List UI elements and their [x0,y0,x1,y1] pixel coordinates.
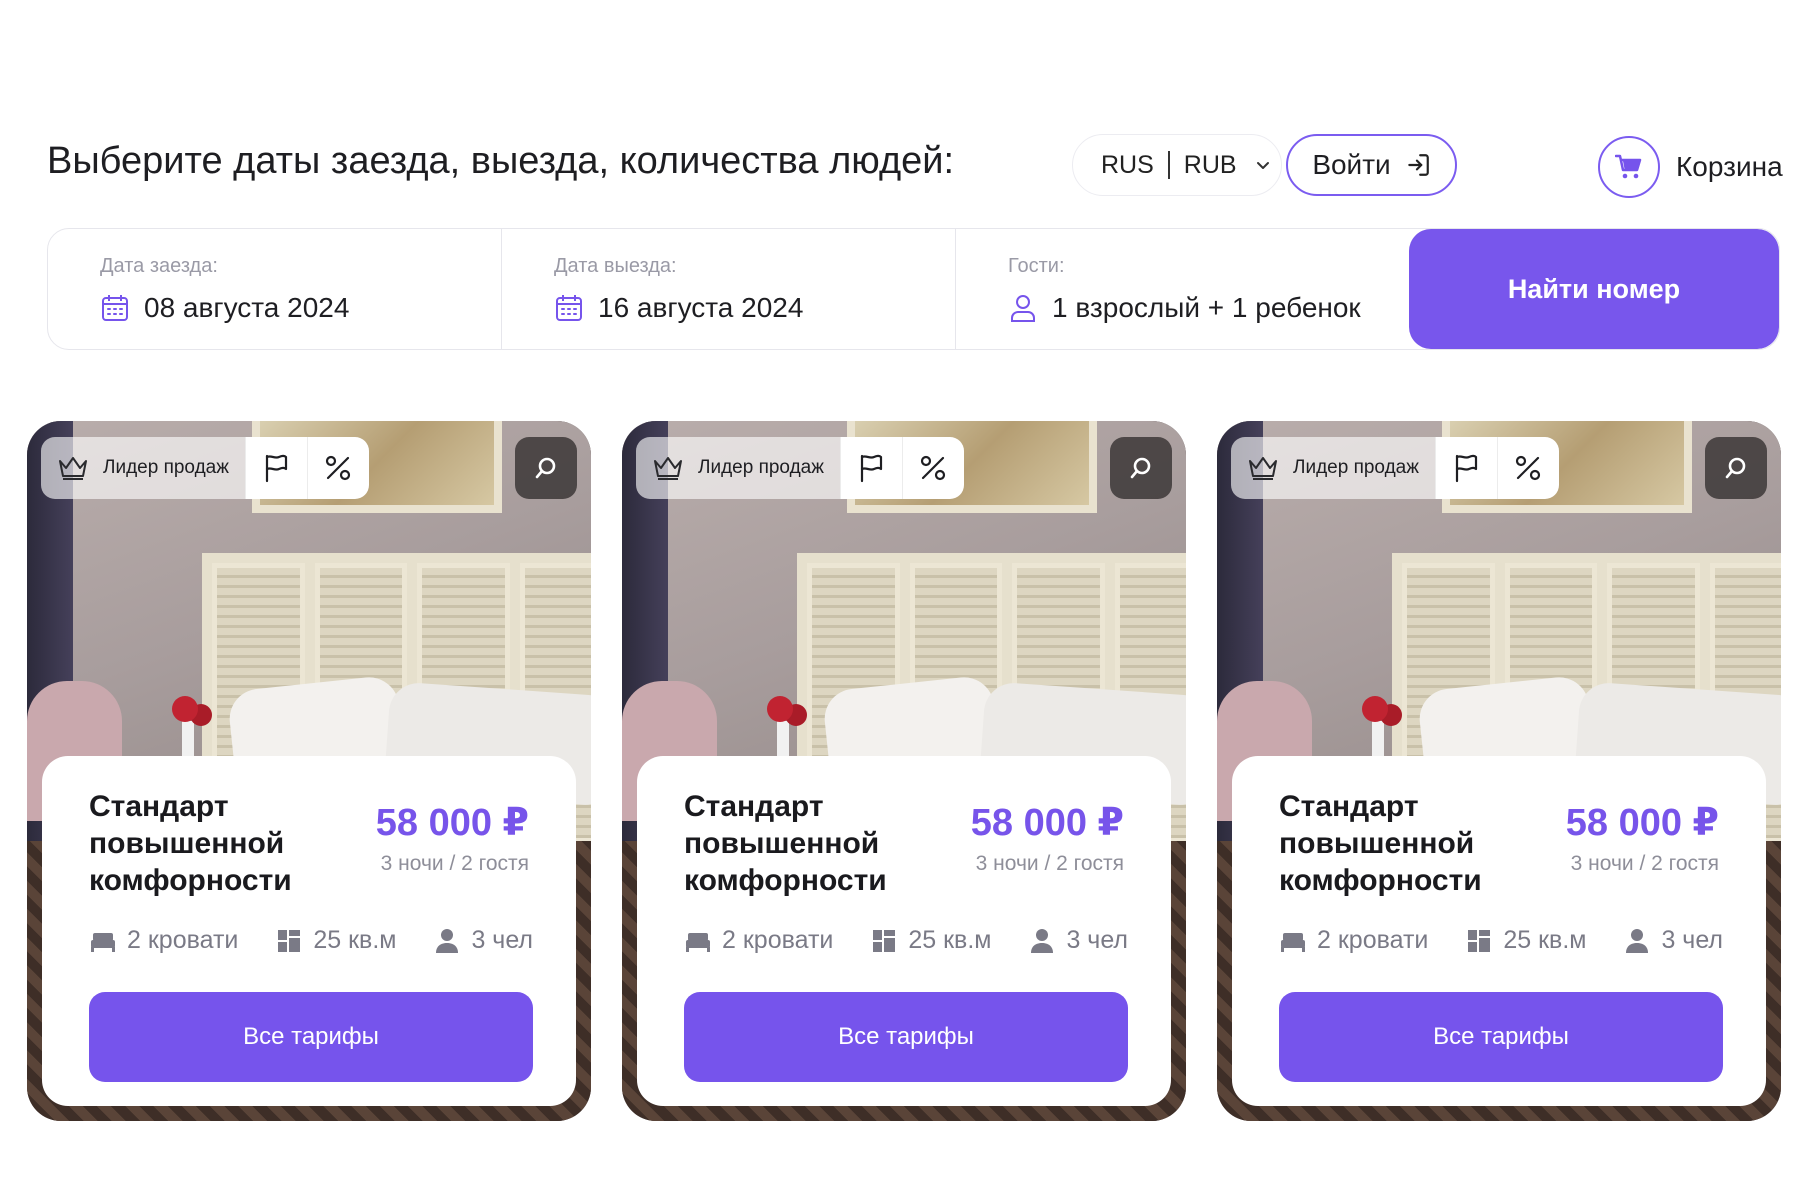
stay-details: 3 ночи / 2 гостя [1570,852,1719,875]
area-label: 25 кв.м [1503,926,1587,954]
room-card: Лидер продаж Стандарт повышенной комфорн… [27,421,591,1121]
stay-details: 3 ночи / 2 гостя [975,852,1124,875]
page-title: Выберите даты заезда, выезда, количества… [47,140,955,182]
room-badges: Лидер продаж [636,437,964,499]
checkin-label: Дата заезда: [100,255,218,277]
room-card: Лидер продаж Стандарт повышенной комфорн… [1217,421,1781,1121]
area-label: 25 кв.м [908,926,992,954]
person-icon [436,928,459,953]
area-label: 25 кв.м [313,926,397,954]
guests-field[interactable]: Гости: 1 взрослый + 1 ребенок [956,229,1410,349]
login-label: Войти [1312,149,1391,180]
all-tariffs-button[interactable]: Все тарифы [89,992,533,1082]
bestseller-label: Лидер продаж [103,457,229,478]
person-icon [1031,928,1054,953]
crown-icon [59,457,87,480]
amenities-list: 2 кровати 25 кв.м 3 чел [1279,926,1723,955]
capacity-amenity: 3 чел [1028,926,1128,955]
currency-label: RUB [1183,150,1237,179]
beds-label: 2 кровати [127,926,239,954]
bestseller-badge: Лидер продаж [41,437,245,499]
area-amenity: 25 кв.м [1465,926,1586,955]
room-title: Стандарт повышенной комфорности [1279,790,1482,897]
checkout-label: Дата выезда: [554,255,677,277]
language-currency-switch[interactable]: RUS RUB [1072,134,1282,196]
checkout-date-field[interactable]: Дата выезда: 16 августа 2024 [502,229,956,349]
crown-icon [654,457,682,480]
room-info-panel: Стандарт повышенной комфорности 58 000 ₽… [42,756,576,1106]
floor-plan-icon [278,929,301,952]
search-icon [1725,457,1746,479]
room-title: Стандарт повышенной комфорности [684,790,887,897]
bestseller-badge: Лидер продаж [636,437,840,499]
calendar-icon [556,295,582,321]
zoom-button[interactable] [515,437,577,499]
person-icon [1626,928,1649,953]
area-amenity: 25 кв.м [870,926,991,955]
percent-icon[interactable] [901,437,964,499]
cart-label: Корзина [1676,151,1783,182]
bed-icon [91,932,115,952]
capacity-amenity: 3 чел [1623,926,1723,955]
room-info-panel: Стандарт повышенной комфорности 58 000 ₽… [637,756,1171,1106]
all-tariffs-button[interactable]: Все тарифы [684,992,1128,1082]
user-icon [1011,295,1035,322]
room-price: 58 000 ₽ [970,802,1124,844]
all-tariffs-button[interactable]: Все тарифы [1279,992,1723,1082]
flag-icon[interactable] [1434,437,1497,499]
search-icon [535,457,556,479]
area-amenity: 25 кв.м [275,926,396,955]
zoom-button[interactable] [1705,437,1767,499]
checkin-value: 08 августа 2024 [144,292,350,323]
bed-icon [686,932,710,952]
booking-search-bar: Дата заезда: 08 августа 2024 Дата выезда… [47,228,1780,350]
flag-icon[interactable] [839,437,902,499]
beds-amenity: 2 кровати [1279,926,1428,955]
percent-icon[interactable] [306,437,369,499]
beds-amenity: 2 кровати [684,926,833,955]
login-icon [1407,154,1429,176]
language-label: RUS [1101,150,1154,179]
capacity-label: 3 чел [471,926,533,954]
capacity-label: 3 чел [1066,926,1128,954]
chevron-down-icon [1253,155,1273,175]
capacity-amenity: 3 чел [433,926,533,955]
search-icon [1130,457,1151,479]
beds-label: 2 кровати [1317,926,1429,954]
floor-plan-icon [873,929,896,952]
divider [1167,151,1170,179]
beds-amenity: 2 кровати [89,926,238,955]
bestseller-badge: Лидер продаж [1231,437,1435,499]
guests-label: Гости: [1008,255,1065,277]
bestseller-label: Лидер продаж [698,457,824,478]
amenities-list: 2 кровати 25 кв.м 3 чел [89,926,533,955]
stay-details: 3 ночи / 2 гостя [380,852,529,875]
calendar-icon [102,295,128,321]
cart-button[interactable]: Корзина [1598,136,1783,198]
cart-icon [1598,136,1660,198]
amenities-list: 2 кровати 25 кв.м 3 чел [684,926,1128,955]
floor-plan-icon [1468,929,1491,952]
room-info-panel: Стандарт повышенной комфорности 58 000 ₽… [1232,756,1766,1106]
capacity-label: 3 чел [1661,926,1723,954]
bed-icon [1281,932,1305,952]
percent-icon[interactable] [1496,437,1559,499]
room-title: Стандарт повышенной комфорности [89,790,292,897]
crown-icon [1249,457,1277,480]
room-badges: Лидер продаж [1231,437,1559,499]
flag-icon[interactable] [244,437,307,499]
room-badges: Лидер продаж [41,437,369,499]
checkin-date-field[interactable]: Дата заезда: 08 августа 2024 [48,229,502,349]
room-price: 58 000 ₽ [375,802,529,844]
guests-value: 1 взрослый + 1 ребенок [1052,292,1361,323]
checkout-value: 16 августа 2024 [598,292,804,323]
room-card: Лидер продаж Стандарт повышенной комфорн… [622,421,1186,1121]
bestseller-label: Лидер продаж [1293,457,1419,478]
zoom-button[interactable] [1110,437,1172,499]
login-button[interactable]: Войти [1286,134,1457,196]
find-room-button[interactable]: Найти номер [1409,229,1779,349]
room-price: 58 000 ₽ [1565,802,1719,844]
beds-label: 2 кровати [722,926,834,954]
